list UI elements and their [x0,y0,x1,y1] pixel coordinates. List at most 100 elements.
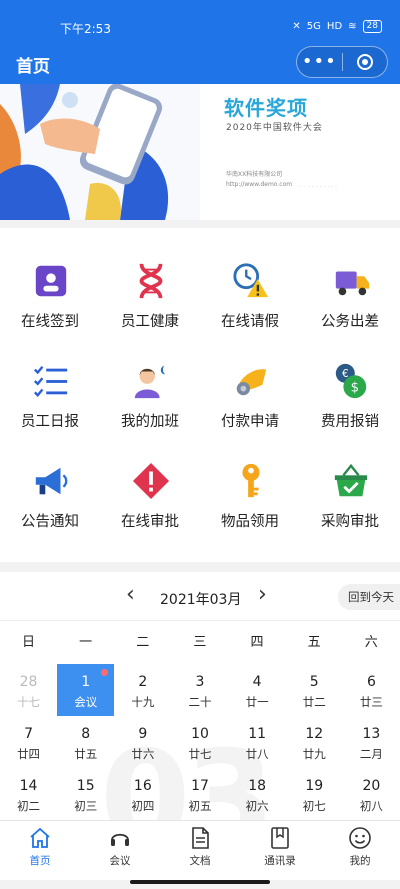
calendar-day[interactable]: 2 十九 [114,664,171,716]
weekday-fri: 五 [307,635,321,650]
back-to-today-button[interactable]: 回到今天 [338,584,400,610]
day-lunar-label: 初二 [17,799,41,813]
battery-indicator: 28 [362,20,382,33]
calendar-day[interactable]: 15 初三 [57,768,114,820]
tab-documents[interactable]: 文档 [160,821,240,881]
day-number: 14 [19,778,38,794]
grid-item-daily-report[interactable]: 员工日报 [0,340,100,440]
calendar-day[interactable]: 3 二十 [171,664,228,716]
tab-home[interactable]: 首页 [0,821,80,881]
grid-item-label: 物品领用 [221,514,279,530]
banner-title: 软件奖项 [224,96,308,120]
tab-meeting[interactable]: 会议 [80,821,160,881]
grid-item-item-requisition[interactable]: 物品领用 [200,440,300,540]
calendar-day[interactable]: 4 廿一 [229,664,286,716]
weekday-wed: 三 [193,635,207,650]
truck-icon [335,271,370,296]
calendar-day[interactable]: 28 十七 [0,664,57,716]
calendar-day[interactable]: 1 会议 [57,664,115,716]
calendar-day[interactable]: 8 廿五 [57,716,114,768]
signal-5g-label: 5G [306,21,321,32]
grid-item-reimbursement[interactable]: € $ 费用报销 [300,340,400,440]
calendar: 03 ‹ 2021年03月 › 回到今天 日 一 二 三 四 五 六 28 十七 1… [0,572,400,822]
dna-icon [139,263,163,299]
page-title: 首页 [16,57,50,77]
grid-item-approval[interactable]: 在线审批 [100,440,200,540]
day-number: 18 [248,778,267,794]
sign-in-icon [35,265,67,297]
calendar-day[interactable]: 20 初八 [343,768,400,820]
grid-item-payment[interactable]: 付款申请 [200,340,300,440]
day-number: 11 [248,726,267,742]
checklist-icon [34,365,68,398]
bottom-tab-bar: 首页 会议 文档 通讯录 我的 [0,820,400,880]
day-number: 2 [138,674,148,690]
mini-program-capsule: ••• [296,46,388,78]
grid-item-label: 在线审批 [121,514,179,530]
close-button[interactable] [342,54,387,70]
promo-banner[interactable]: 软件奖项 2020年中国软件大会 华南XX科技有限公司 http://www.d… [0,84,400,220]
day-number: 7 [24,726,34,742]
calendar-month-label: 2021年03月 [160,592,242,608]
weekday-thu: 四 [250,635,264,650]
grid-item-announcement[interactable]: 公告通知 [0,440,100,540]
grid-item-label: 费用报销 [321,414,379,430]
tab-label: 首页 [29,855,51,867]
grid-item-overtime[interactable]: 我的加班 [100,340,200,440]
day-lunar-label: 二十 [188,695,212,709]
weekday-mon: 一 [79,635,93,650]
grid-item-label: 付款申请 [221,414,279,430]
calendar-day[interactable]: 5 廿二 [286,664,343,716]
weekday-sun: 日 [22,635,36,650]
day-number: 13 [362,726,381,742]
calendar-day[interactable]: 7 廿四 [0,716,57,768]
grid-item-sign-in[interactable]: 在线签到 [0,240,100,340]
home-indicator [130,880,270,884]
day-number: 10 [191,726,209,742]
grid-item-label: 公务出差 [321,314,379,330]
banner-company: 华南XX科技有限公司 http://www.demo.com [226,170,292,190]
day-lunar-label: 廿五 [74,747,98,761]
calendar-day[interactable]: 17 初五 [171,768,228,820]
day-lunar-label: 廿九 [302,747,326,761]
alert-icon [132,462,170,500]
day-number: 28 [19,674,38,690]
signal-hd-label: HD [326,21,343,32]
banner-decoration: ·········· [300,184,340,191]
wifi-icon: ≋ [348,21,357,32]
calendar-day[interactable]: 16 初四 [114,768,171,820]
calendar-day[interactable]: 10 廿七 [171,716,228,768]
day-lunar-label: 廿一 [245,695,269,709]
day-number: 3 [195,674,205,690]
calendar-day[interactable]: 19 初七 [286,768,343,820]
more-menu-button[interactable]: ••• [297,47,342,77]
status-bar: 下午2:53 ✕ 5G HD ≋ 28 [0,18,400,38]
contacts-icon [271,827,289,849]
day-lunar-label: 二月 [359,747,383,761]
calendar-day[interactable]: 6 廿三 [343,664,400,716]
calendar-day[interactable]: 12 廿九 [286,716,343,768]
grid-item-label: 员工日报 [21,414,79,430]
next-month-button[interactable]: › [258,582,267,607]
calendar-day[interactable]: 18 初六 [229,768,286,820]
calendar-day[interactable]: 13 二月 [343,716,400,768]
grid-item-leave[interactable]: 在线请假 [200,240,300,340]
calendar-day[interactable]: 11 廿八 [229,716,286,768]
day-number: 1 [81,674,91,690]
clock-warning-icon [233,263,269,298]
grid-item-label: 在线请假 [221,314,279,330]
grid-item-purchase-approval[interactable]: 采购审批 [300,440,400,540]
tab-profile[interactable]: 我的 [320,821,400,881]
calendar-day[interactable]: 9 廿六 [114,716,171,768]
day-lunar-label: 初八 [359,799,383,813]
weekday-header: 日 一 二 三 四 五 六 [0,620,400,664]
day-number: 16 [133,778,152,794]
weekday-sat: 六 [364,635,378,650]
tab-contacts[interactable]: 通讯录 [240,821,320,881]
prev-month-button[interactable]: ‹ [126,582,135,607]
document-icon [192,827,209,849]
grid-item-health[interactable]: 员工健康 [100,240,200,340]
grid-item-business-trip[interactable]: 公务出差 [300,240,400,340]
day-number: 19 [305,778,324,794]
calendar-day[interactable]: 14 初二 [0,768,57,820]
